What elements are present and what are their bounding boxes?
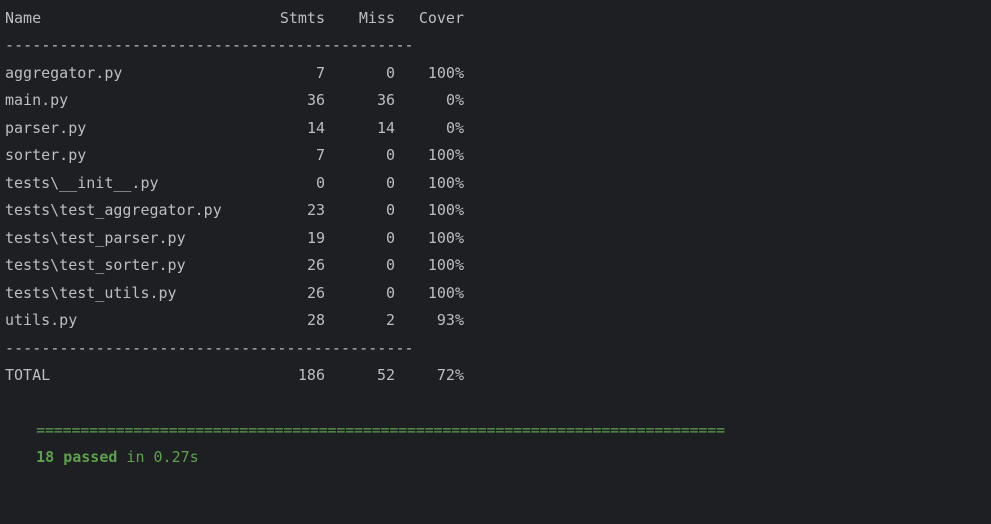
row-name: tests\__init__.py — [5, 174, 159, 192]
row-stmts: 19 — [306, 229, 325, 247]
row-name: main.py — [5, 91, 69, 109]
row-cover: 100% — [427, 64, 464, 82]
row-cover: 0% — [445, 91, 464, 109]
row-miss: 14 — [376, 119, 395, 137]
table-row: tests\__init__.py 0 0 100% — [5, 170, 464, 197]
table-row: main.py 36 36 0% — [5, 87, 464, 114]
row-name: aggregator.py — [5, 64, 123, 82]
total-row: TOTAL 186 52 72% — [5, 362, 464, 389]
row-miss: 0 — [385, 146, 395, 164]
row-stmts: 26 — [306, 284, 325, 302]
row-cover: 100% — [427, 284, 464, 302]
separator-bottom: ----------------------------------------… — [5, 339, 414, 357]
passed-count: 18 passed — [36, 448, 118, 466]
header-stmts: Stmts — [279, 9, 325, 27]
header-cover: Cover — [418, 9, 464, 27]
total-name: TOTAL — [5, 366, 51, 384]
row-name: utils.py — [5, 311, 78, 329]
row-miss: 0 — [385, 284, 395, 302]
row-name: sorter.py — [5, 146, 87, 164]
table-row: aggregator.py 7 0 100% — [5, 60, 464, 87]
row-miss: 0 — [385, 256, 395, 274]
row-stmts: 7 — [315, 146, 325, 164]
row-cover: 100% — [427, 256, 464, 274]
table-row: utils.py 28 2 93% — [5, 307, 464, 334]
row-name: tests\test_utils.py — [5, 284, 177, 302]
table-row: tests\test_utils.py 26 0 100% — [5, 280, 464, 307]
summary-bar: ========================================… — [36, 421, 725, 439]
row-stmts: 7 — [315, 64, 325, 82]
total-miss: 52 — [376, 366, 395, 384]
row-miss: 0 — [385, 229, 395, 247]
row-cover: 100% — [427, 229, 464, 247]
total-stmts: 186 — [297, 366, 325, 384]
test-summary-line: ========================================… — [0, 390, 991, 466]
row-stmts: 36 — [306, 91, 325, 109]
row-name: tests\test_sorter.py — [5, 256, 186, 274]
row-miss: 0 — [385, 64, 395, 82]
table-row: tests\test_sorter.py 26 0 100% — [5, 252, 464, 279]
row-miss: 0 — [385, 201, 395, 219]
row-stmts: 28 — [306, 311, 325, 329]
header-name: Name — [5, 9, 42, 27]
row-cover: 0% — [445, 119, 464, 137]
row-name: tests\test_parser.py — [5, 229, 186, 247]
terminal-output: Name Stmts Miss Cover ------------------… — [0, 0, 991, 466]
row-stmts: 0 — [315, 174, 325, 192]
separator-top: ----------------------------------------… — [5, 36, 414, 54]
row-cover: 100% — [427, 146, 464, 164]
table-row: tests\test_aggregator.py 23 0 100% — [5, 197, 464, 224]
table-row: tests\test_parser.py 19 0 100% — [5, 225, 464, 252]
row-cover: 100% — [427, 174, 464, 192]
row-miss: 0 — [385, 174, 395, 192]
row-stmts: 26 — [306, 256, 325, 274]
row-name: parser.py — [5, 119, 87, 137]
total-cover: 72% — [436, 366, 464, 384]
row-cover: 93% — [436, 311, 464, 329]
row-miss: 36 — [376, 91, 395, 109]
row-cover: 100% — [427, 201, 464, 219]
table-row: sorter.py 7 0 100% — [5, 142, 464, 169]
table-row: parser.py 14 14 0% — [5, 115, 464, 142]
row-name: tests\test_aggregator.py — [5, 201, 222, 219]
coverage-header-row: Name Stmts Miss Cover — [5, 5, 464, 32]
row-stmts: 23 — [306, 201, 325, 219]
row-stmts: 14 — [306, 119, 325, 137]
duration-text: in 0.27s — [117, 448, 199, 466]
row-miss: 2 — [385, 311, 395, 329]
header-miss: Miss — [358, 9, 395, 27]
